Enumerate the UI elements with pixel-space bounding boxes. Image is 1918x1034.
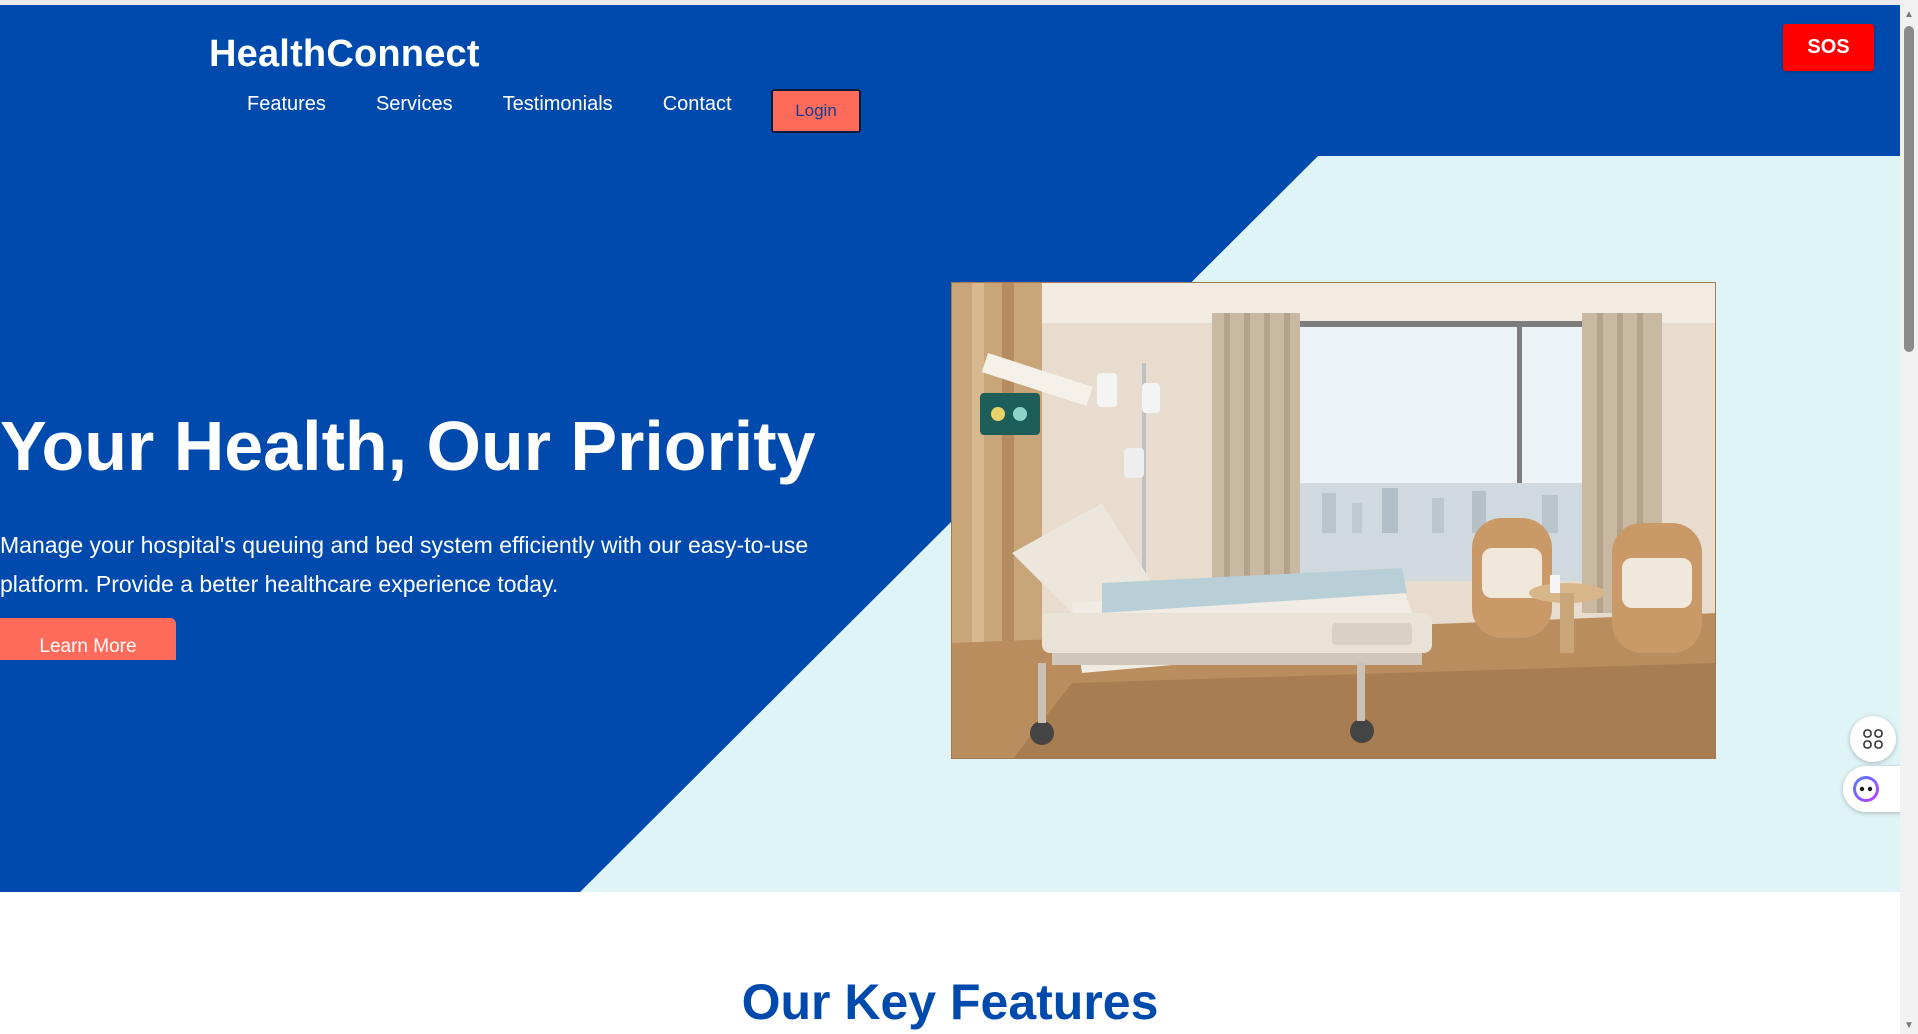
nav-contact[interactable]: Contact	[663, 93, 732, 116]
scroll-up-arrow-icon[interactable]: ▲	[1900, 6, 1918, 23]
learn-more-button[interactable]: Learn More	[0, 618, 176, 660]
main-nav: Features Services Testimonials Contact	[247, 93, 782, 116]
hero-description: Manage your hospital's queuing and bed s…	[0, 532, 809, 597]
nav-testimonials[interactable]: Testimonials	[503, 93, 613, 116]
hospital-room-image	[951, 282, 1716, 759]
apps-grid-button[interactable]	[1850, 716, 1896, 762]
features-title: Our Key Features	[741, 974, 1159, 1030]
hero-section: Your Health, Our Priority Manage your ho…	[0, 156, 1900, 892]
vertical-scrollbar[interactable]: ▲ ▼	[1900, 0, 1918, 1034]
scrollbar-thumb[interactable]	[1904, 26, 1914, 352]
scroll-down-arrow-icon[interactable]: ▼	[1900, 1017, 1918, 1034]
nav-features[interactable]: Features	[247, 93, 326, 116]
site-header: HealthConnect Features Services Testimon…	[0, 5, 1900, 156]
login-button[interactable]: Login	[771, 89, 861, 133]
nav-services[interactable]: Services	[376, 93, 453, 116]
page: HealthConnect Features Services Testimon…	[0, 5, 1900, 1034]
assistant-face-icon	[1853, 776, 1879, 802]
sos-button[interactable]: SOS	[1783, 24, 1874, 71]
apps-grid-icon	[1863, 729, 1883, 749]
brand-logo[interactable]: HealthConnect	[209, 33, 480, 76]
hero-title: Your Health, Our Priority	[0, 407, 816, 485]
assistant-button[interactable]	[1843, 766, 1900, 812]
